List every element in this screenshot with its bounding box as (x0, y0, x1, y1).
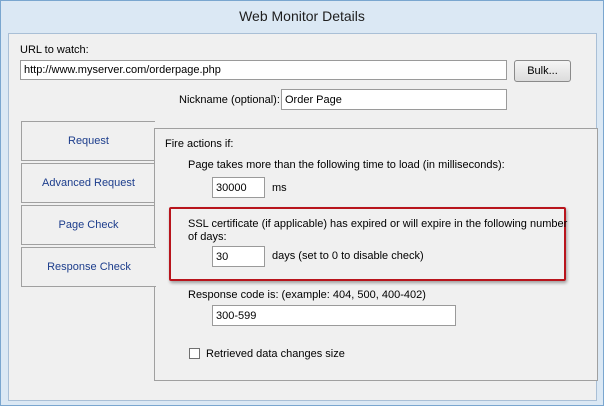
dialog-client-area: URL to watch: Bulk... Nickname (optional… (8, 33, 598, 401)
url-label: URL to watch: (20, 44, 89, 56)
ssl-label-line1: SSL certificate (if applicable) has expi… (188, 218, 568, 230)
load-time-unit: ms (272, 182, 287, 194)
tab-advanced-request-label: Advanced Request (42, 177, 135, 189)
ssl-days-unit: days (set to 0 to disable check) (272, 250, 424, 262)
ssl-label-line2: of days: (188, 231, 227, 243)
ssl-days-input[interactable] (212, 246, 265, 267)
tab-page-check-label: Page Check (58, 219, 119, 231)
tab-advanced-request[interactable]: Advanced Request (21, 163, 155, 203)
window-title: Web Monitor Details (239, 8, 365, 24)
tab-page-check[interactable]: Page Check (21, 205, 155, 245)
response-code-label: Response code is: (example: 404, 500, 40… (188, 289, 426, 301)
load-time-input[interactable] (212, 177, 265, 198)
tab-request-label: Request (68, 135, 109, 147)
nickname-label: Nickname (optional): (179, 94, 280, 106)
tab-response-check-label: Response Check (47, 261, 131, 273)
changes-size-checkbox[interactable] (189, 348, 200, 359)
bulk-button[interactable]: Bulk... (514, 60, 571, 82)
title-bar[interactable]: Web Monitor Details (1, 1, 603, 33)
fire-actions-label: Fire actions if: (165, 138, 234, 150)
web-monitor-details-window: Web Monitor Details URL to watch: Bulk..… (0, 0, 604, 406)
url-input[interactable] (20, 60, 507, 80)
changes-size-label: Retrieved data changes size (206, 348, 345, 360)
load-time-label: Page takes more than the following time … (188, 159, 505, 171)
tab-response-check[interactable]: Response Check (21, 247, 156, 287)
tab-request[interactable]: Request (21, 121, 155, 161)
response-code-input[interactable] (212, 305, 456, 326)
nickname-input[interactable] (281, 89, 507, 110)
